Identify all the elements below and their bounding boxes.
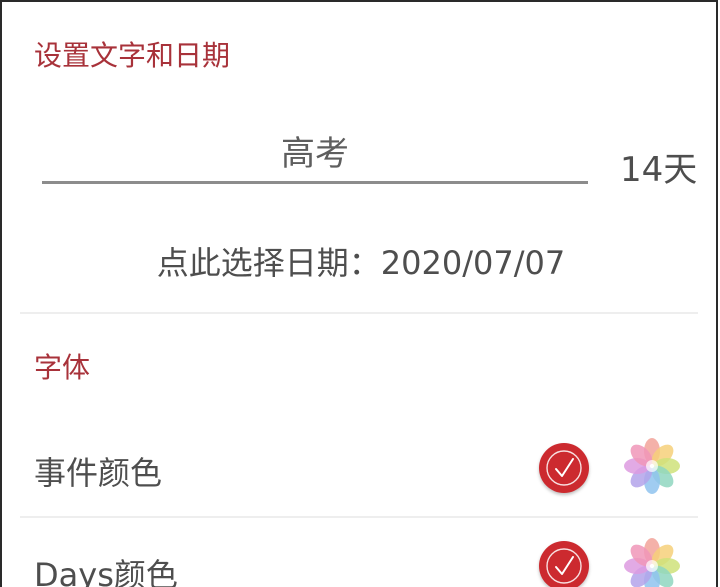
settings-screen: 设置文字和日期 14天 点此选择日期：2020/07/07 字体 事件颜色 [0,0,718,587]
date-picker-button[interactable]: 点此选择日期：2020/07/07 [2,238,720,284]
days-remaining-label: 14天 [620,150,698,190]
section-title-font: 字体 [34,351,91,384]
event-color-label: 事件颜色 [34,454,163,492]
days-color-label: Days颜色 [34,556,178,587]
event-name-input[interactable] [42,120,588,184]
divider [20,312,698,314]
flower-palette-icon[interactable] [622,436,682,496]
event-color-swatch[interactable] [539,443,589,493]
days-color-swatch[interactable] [539,541,589,587]
check-icon [546,450,582,486]
divider [20,516,698,518]
section-title-text-date: 设置文字和日期 [34,39,231,72]
check-icon [546,548,582,584]
flower-palette-icon[interactable] [622,536,682,587]
